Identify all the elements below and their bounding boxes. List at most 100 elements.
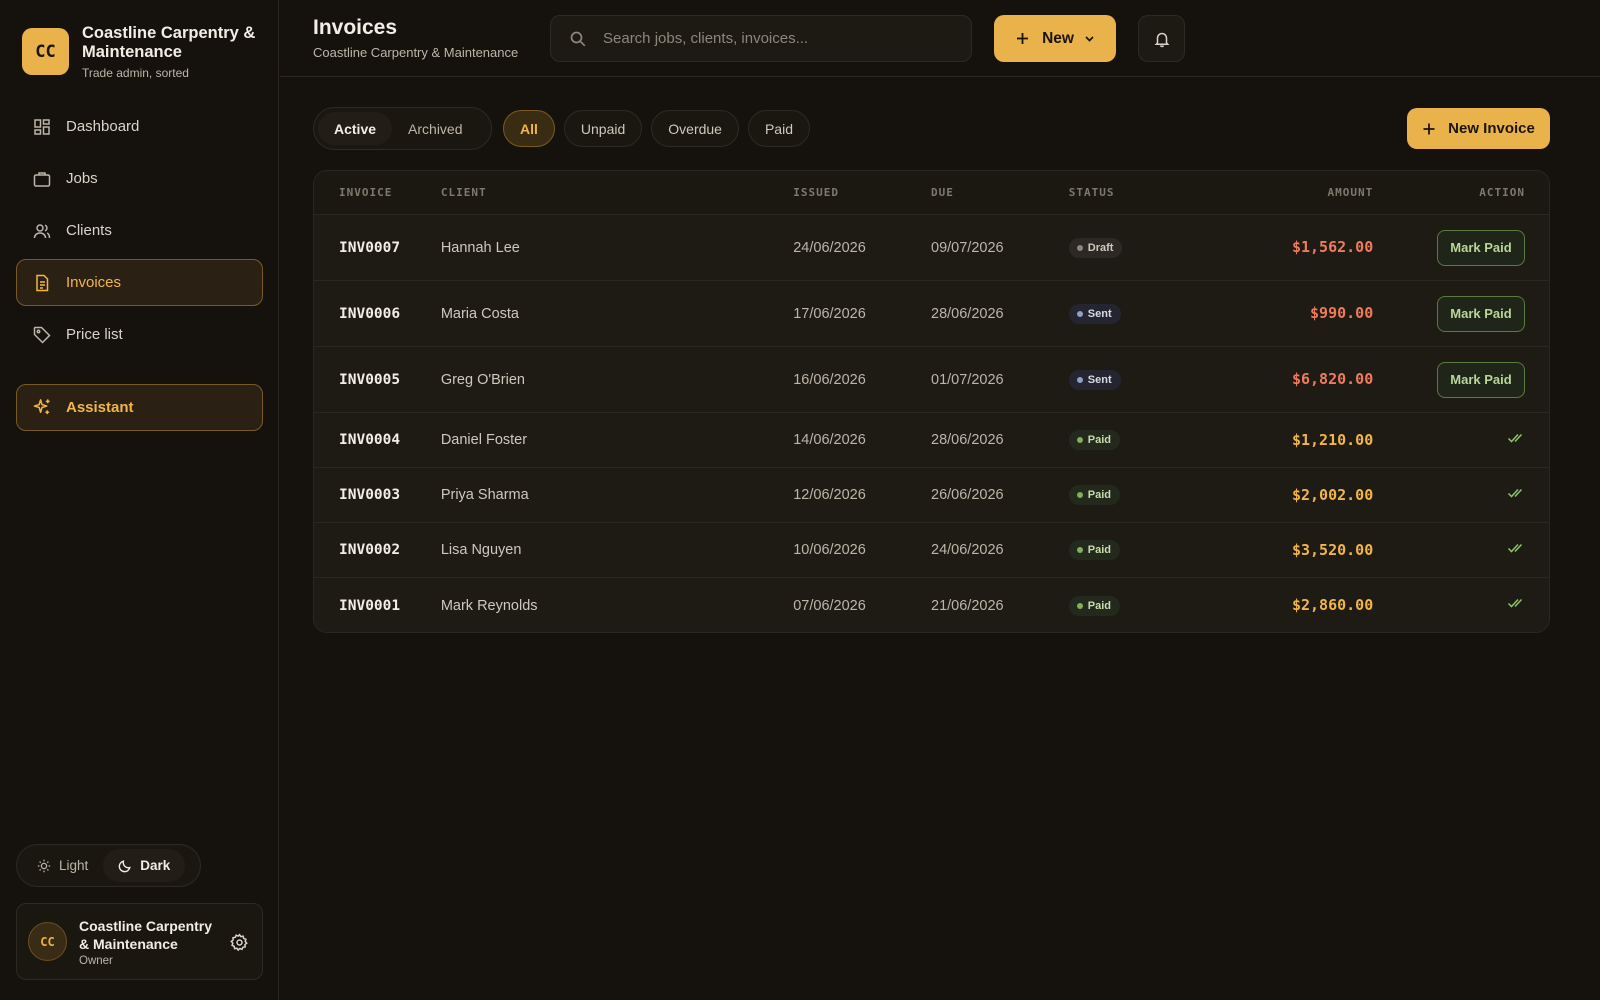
sidebar-item-price-list[interactable]: Price list (16, 311, 263, 358)
mark-paid-button[interactable]: Mark Paid (1437, 229, 1525, 266)
status-label: Sent (1087, 307, 1112, 320)
filter-archived[interactable]: Archived (392, 112, 478, 145)
status-label: Draft (1087, 241, 1114, 254)
plus-icon (1423, 123, 1435, 134)
user-name: Coastline Carpentry & Maintenance (79, 917, 213, 952)
brand[interactable]: CC Coastline Carpentry & Maintenance Tra… (22, 24, 262, 80)
client-name: Priya Sharma (440, 487, 529, 503)
filter-chip-overdue[interactable]: Overdue (651, 110, 739, 147)
invoice-id[interactable]: INV0006 (339, 306, 400, 322)
notifications-button[interactable] (1138, 15, 1185, 62)
column-header-client[interactable]: CLIENT (441, 186, 793, 199)
filter-active[interactable]: Active (318, 112, 393, 145)
new-button[interactable]: New (994, 15, 1116, 62)
invoice-id[interactable]: INV0003 (339, 487, 400, 503)
gear-icon[interactable] (230, 933, 249, 952)
client-name: Maria Costa (440, 305, 519, 322)
status-badge: Paid (1068, 430, 1120, 450)
assistant-label: Assistant (66, 399, 134, 416)
sidebar-item-label: Dashboard (66, 118, 140, 135)
theme-dark-option[interactable]: Dark (103, 849, 186, 882)
invoice-id[interactable]: INV0001 (339, 598, 400, 614)
theme-light-label: Light (59, 858, 89, 873)
column-header-amount[interactable]: AMOUNT (1209, 186, 1374, 199)
invoice-id[interactable]: INV0002 (339, 542, 400, 558)
search-input[interactable] (603, 30, 963, 47)
avatar: CC (28, 922, 67, 961)
issued-date: 16/06/2026 (793, 371, 866, 388)
theme-light-option[interactable]: Light (22, 849, 103, 882)
invoice-amount: $990.00 (1310, 304, 1374, 322)
user-card[interactable]: CC Coastline Carpentry & Maintenance Own… (16, 903, 263, 980)
status-badge: Sent (1068, 369, 1121, 390)
double-check-icon (1507, 543, 1523, 553)
table-row[interactable]: INV0006 Maria Costa 17/06/2026 28/06/2026 Se… (314, 281, 1549, 347)
new-invoice-button[interactable]: New Invoice (1407, 108, 1550, 149)
column-header-invoice[interactable]: INVOICE (314, 186, 441, 199)
page-title: Invoices (313, 16, 398, 39)
invoice-id[interactable]: INV0007 (339, 240, 400, 256)
page-subtitle: Coastline Carpentry & Maintenance (313, 45, 519, 60)
sparkle-icon (33, 399, 50, 415)
sidebar-item-dashboard[interactable]: Dashboard (16, 103, 263, 150)
table-row[interactable]: INV0002 Lisa Nguyen 10/06/2026 24/06/2026 Pa… (314, 523, 1549, 578)
sun-icon (37, 859, 51, 872)
invoice-id[interactable]: INV0005 (339, 372, 400, 388)
column-header-status[interactable]: STATUS (1069, 186, 1209, 199)
mark-paid-button[interactable]: Mark Paid (1437, 295, 1525, 332)
due-date: 01/07/2026 (931, 371, 1004, 388)
brand-logo: CC (22, 28, 69, 75)
sidebar-item-clients[interactable]: Clients (16, 207, 263, 254)
table-body: INV0007 Hannah Lee 24/06/2026 09/07/2026 Dra… (314, 215, 1549, 632)
paid-check (1507, 484, 1525, 507)
status-dot (1076, 437, 1083, 443)
client-name: Hannah Lee (440, 239, 520, 256)
issued-date: 07/06/2026 (793, 597, 866, 614)
client-name: Greg O'Brien (440, 371, 525, 388)
due-date: 28/06/2026 (931, 432, 1004, 448)
status-label: Paid (1087, 489, 1111, 501)
mark-paid-button[interactable]: Mark Paid (1437, 361, 1525, 398)
sidebar-item-label: Price list (66, 326, 123, 343)
column-header-action: ACTION (1479, 186, 1525, 199)
search-box (550, 15, 972, 62)
status-filter-chips: All Unpaid Overdue Paid (503, 110, 819, 147)
filter-chip-paid[interactable]: Paid (747, 110, 810, 147)
assistant-button[interactable]: Assistant (16, 384, 263, 431)
column-header-due[interactable]: DUE (931, 186, 1069, 199)
topbar: Invoices Coastline Carpentry & Maintenan… (280, 0, 1600, 77)
status-label: Paid (1087, 434, 1111, 446)
brand-name: Coastline Carpentry & Maintenance (82, 24, 256, 61)
user-role: Owner (79, 954, 113, 967)
table-row[interactable]: INV0005 Greg O'Brien 16/06/2026 01/07/2026 S… (314, 347, 1549, 413)
column-header-issued[interactable]: ISSUED (793, 186, 931, 199)
sidebar-item-invoices[interactable]: Invoices (16, 259, 263, 306)
user-text: Coastline Carpentry & Maintenance Owner (79, 917, 224, 967)
due-date: 09/07/2026 (931, 239, 1004, 256)
invoice-amount: $2,002.00 (1291, 485, 1374, 504)
double-check-icon (1507, 433, 1523, 443)
due-date: 26/06/2026 (931, 487, 1004, 503)
table-row[interactable]: INV0001 Mark Reynolds 07/06/2026 21/06/2026… (314, 578, 1549, 632)
bell-icon (1154, 32, 1169, 47)
due-date: 24/06/2026 (931, 542, 1004, 558)
invoice-id[interactable]: INV0004 (339, 432, 400, 448)
sidebar-item-jobs[interactable]: Jobs (16, 155, 263, 202)
sidebar-item-label: Invoices (66, 274, 122, 291)
table-row[interactable]: INV0004 Daniel Foster 14/06/2026 28/06/2026… (314, 413, 1549, 468)
invoice-amount: $6,820.00 (1291, 370, 1374, 388)
invoice-amount: $2,860.00 (1291, 596, 1374, 614)
paid-check (1507, 594, 1525, 617)
moon-icon (118, 859, 132, 872)
status-badge: Paid (1068, 540, 1120, 560)
status-badge: Paid (1068, 595, 1120, 616)
filter-chip-unpaid[interactable]: Unpaid (563, 110, 643, 147)
theme-dark-label: Dark (140, 858, 171, 873)
issued-date: 14/06/2026 (793, 432, 866, 448)
sidebar-item-label: Clients (66, 222, 112, 239)
status-dot (1076, 602, 1083, 609)
filter-chip-all[interactable]: All (503, 110, 555, 147)
table-row[interactable]: INV0003 Priya Sharma 12/06/2026 26/06/2026 P… (314, 468, 1549, 523)
client-name: Mark Reynolds (440, 597, 538, 614)
table-row[interactable]: INV0007 Hannah Lee 24/06/2026 09/07/2026 Dra… (314, 215, 1549, 281)
